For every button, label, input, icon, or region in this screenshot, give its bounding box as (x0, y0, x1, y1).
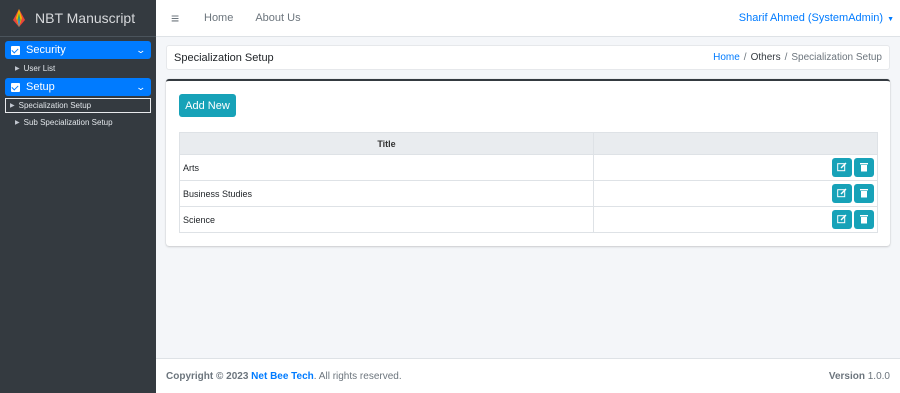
version-value: 1.0.0 (867, 370, 890, 382)
trash-icon (860, 189, 868, 198)
delete-button[interactable] (854, 158, 874, 177)
sidebar-group-security[interactable]: Security ⌄ (5, 41, 151, 59)
column-header-title: Title (179, 132, 594, 155)
edit-button[interactable] (832, 210, 852, 229)
nav-link-home[interactable]: Home (204, 12, 233, 24)
caret-down-icon: ▼ (887, 16, 894, 23)
brand[interactable]: NBT Manuscript (0, 0, 156, 37)
sidebar-item-user-list[interactable]: ▶ User List (5, 61, 151, 76)
checkbox-icon (11, 82, 20, 92)
table-row: Science (179, 206, 878, 233)
copyright-prefix: Copyright © 2023 (166, 370, 252, 382)
copyright-suffix: . All rights reserved. (313, 370, 402, 382)
row-actions (593, 154, 878, 181)
menu-toggle-icon[interactable]: ≡ (171, 10, 183, 26)
caret-right-icon: ▶ (15, 66, 20, 72)
trash-icon (860, 215, 868, 224)
table-row: Arts (179, 154, 878, 181)
specialization-card: Add New Title Arts Business Studies Scie… (166, 79, 890, 246)
sidebar-item-label: User List (23, 64, 56, 73)
delete-button[interactable] (854, 210, 874, 229)
footer: Copyright © 2023 Net Bee Tech. All right… (156, 358, 900, 393)
nav-link-about-us[interactable]: About Us (255, 12, 300, 24)
breadcrumb-current: Specialization Setup (791, 52, 882, 63)
sidebar: NBT Manuscript Security ⌄ ▶ User List Se… (0, 0, 156, 393)
page-title: Specialization Setup (174, 51, 274, 64)
delete-button[interactable] (854, 184, 874, 203)
feather-logo-icon (13, 9, 25, 27)
add-new-button[interactable]: Add New (179, 94, 236, 117)
table-row: Business Studies (179, 180, 878, 207)
caret-right-icon: ▶ (10, 103, 15, 109)
sidebar-item-label: Specialization Setup (18, 101, 92, 110)
row-actions (593, 180, 878, 207)
row-actions (593, 206, 878, 233)
main-content: Specialization Setup Home / Others / Special… (156, 37, 900, 358)
edit-icon (837, 188, 847, 198)
sidebar-group-label: Security (26, 44, 66, 56)
edit-button[interactable] (832, 184, 852, 203)
content-header: Specialization Setup Home / Others / Special… (166, 45, 890, 70)
breadcrumb-home[interactable]: Home (713, 52, 740, 63)
sidebar-item-specialization-setup[interactable]: ▶ Specialization Setup (5, 98, 151, 113)
sidebar-group-label: Setup (26, 81, 55, 93)
column-header-actions (593, 132, 878, 155)
copyright: Copyright © 2023 Net Bee Tech. All right… (166, 371, 829, 382)
company-link[interactable]: Net Bee Tech (251, 371, 314, 382)
row-title: Arts (179, 154, 594, 181)
breadcrumb: Home / Others / Specialization Setup (713, 52, 882, 63)
top-navbar: ≡ Home About Us Sharif Ahmed (SystemAdmi… (156, 0, 900, 37)
user-name: Sharif Ahmed (SystemAdmin) (738, 12, 884, 24)
edit-button[interactable] (832, 158, 852, 177)
row-title: Business Studies (179, 180, 594, 207)
chevron-down-icon: ⌄ (135, 81, 147, 92)
table-header-row: Title (179, 132, 878, 155)
chevron-down-icon: ⌄ (135, 44, 147, 55)
sidebar-item-sub-specialization-setup[interactable]: ▶ Sub Specialization Setup (5, 115, 151, 130)
sidebar-item-label: Sub Specialization Setup (23, 118, 113, 127)
caret-right-icon: ▶ (15, 120, 20, 126)
sidebar-group-setup[interactable]: Setup ⌄ (5, 78, 151, 96)
breadcrumb-others: Others (750, 52, 781, 63)
trash-icon (860, 163, 868, 172)
user-menu[interactable]: Sharif Ahmed (SystemAdmin) ▼ (739, 12, 894, 24)
version-label: Version (828, 370, 865, 382)
edit-icon (837, 162, 847, 172)
checkbox-icon (11, 45, 20, 55)
sidebar-menu: Security ⌄ ▶ User List Setup ⌄ ▶ Special… (0, 37, 156, 130)
row-title: Science (179, 206, 594, 233)
brand-name: NBT Manuscript (35, 10, 136, 26)
version: Version 1.0.0 (829, 371, 890, 382)
specialization-table: Title Arts Business Studies Science (179, 132, 878, 233)
edit-icon (837, 214, 847, 224)
